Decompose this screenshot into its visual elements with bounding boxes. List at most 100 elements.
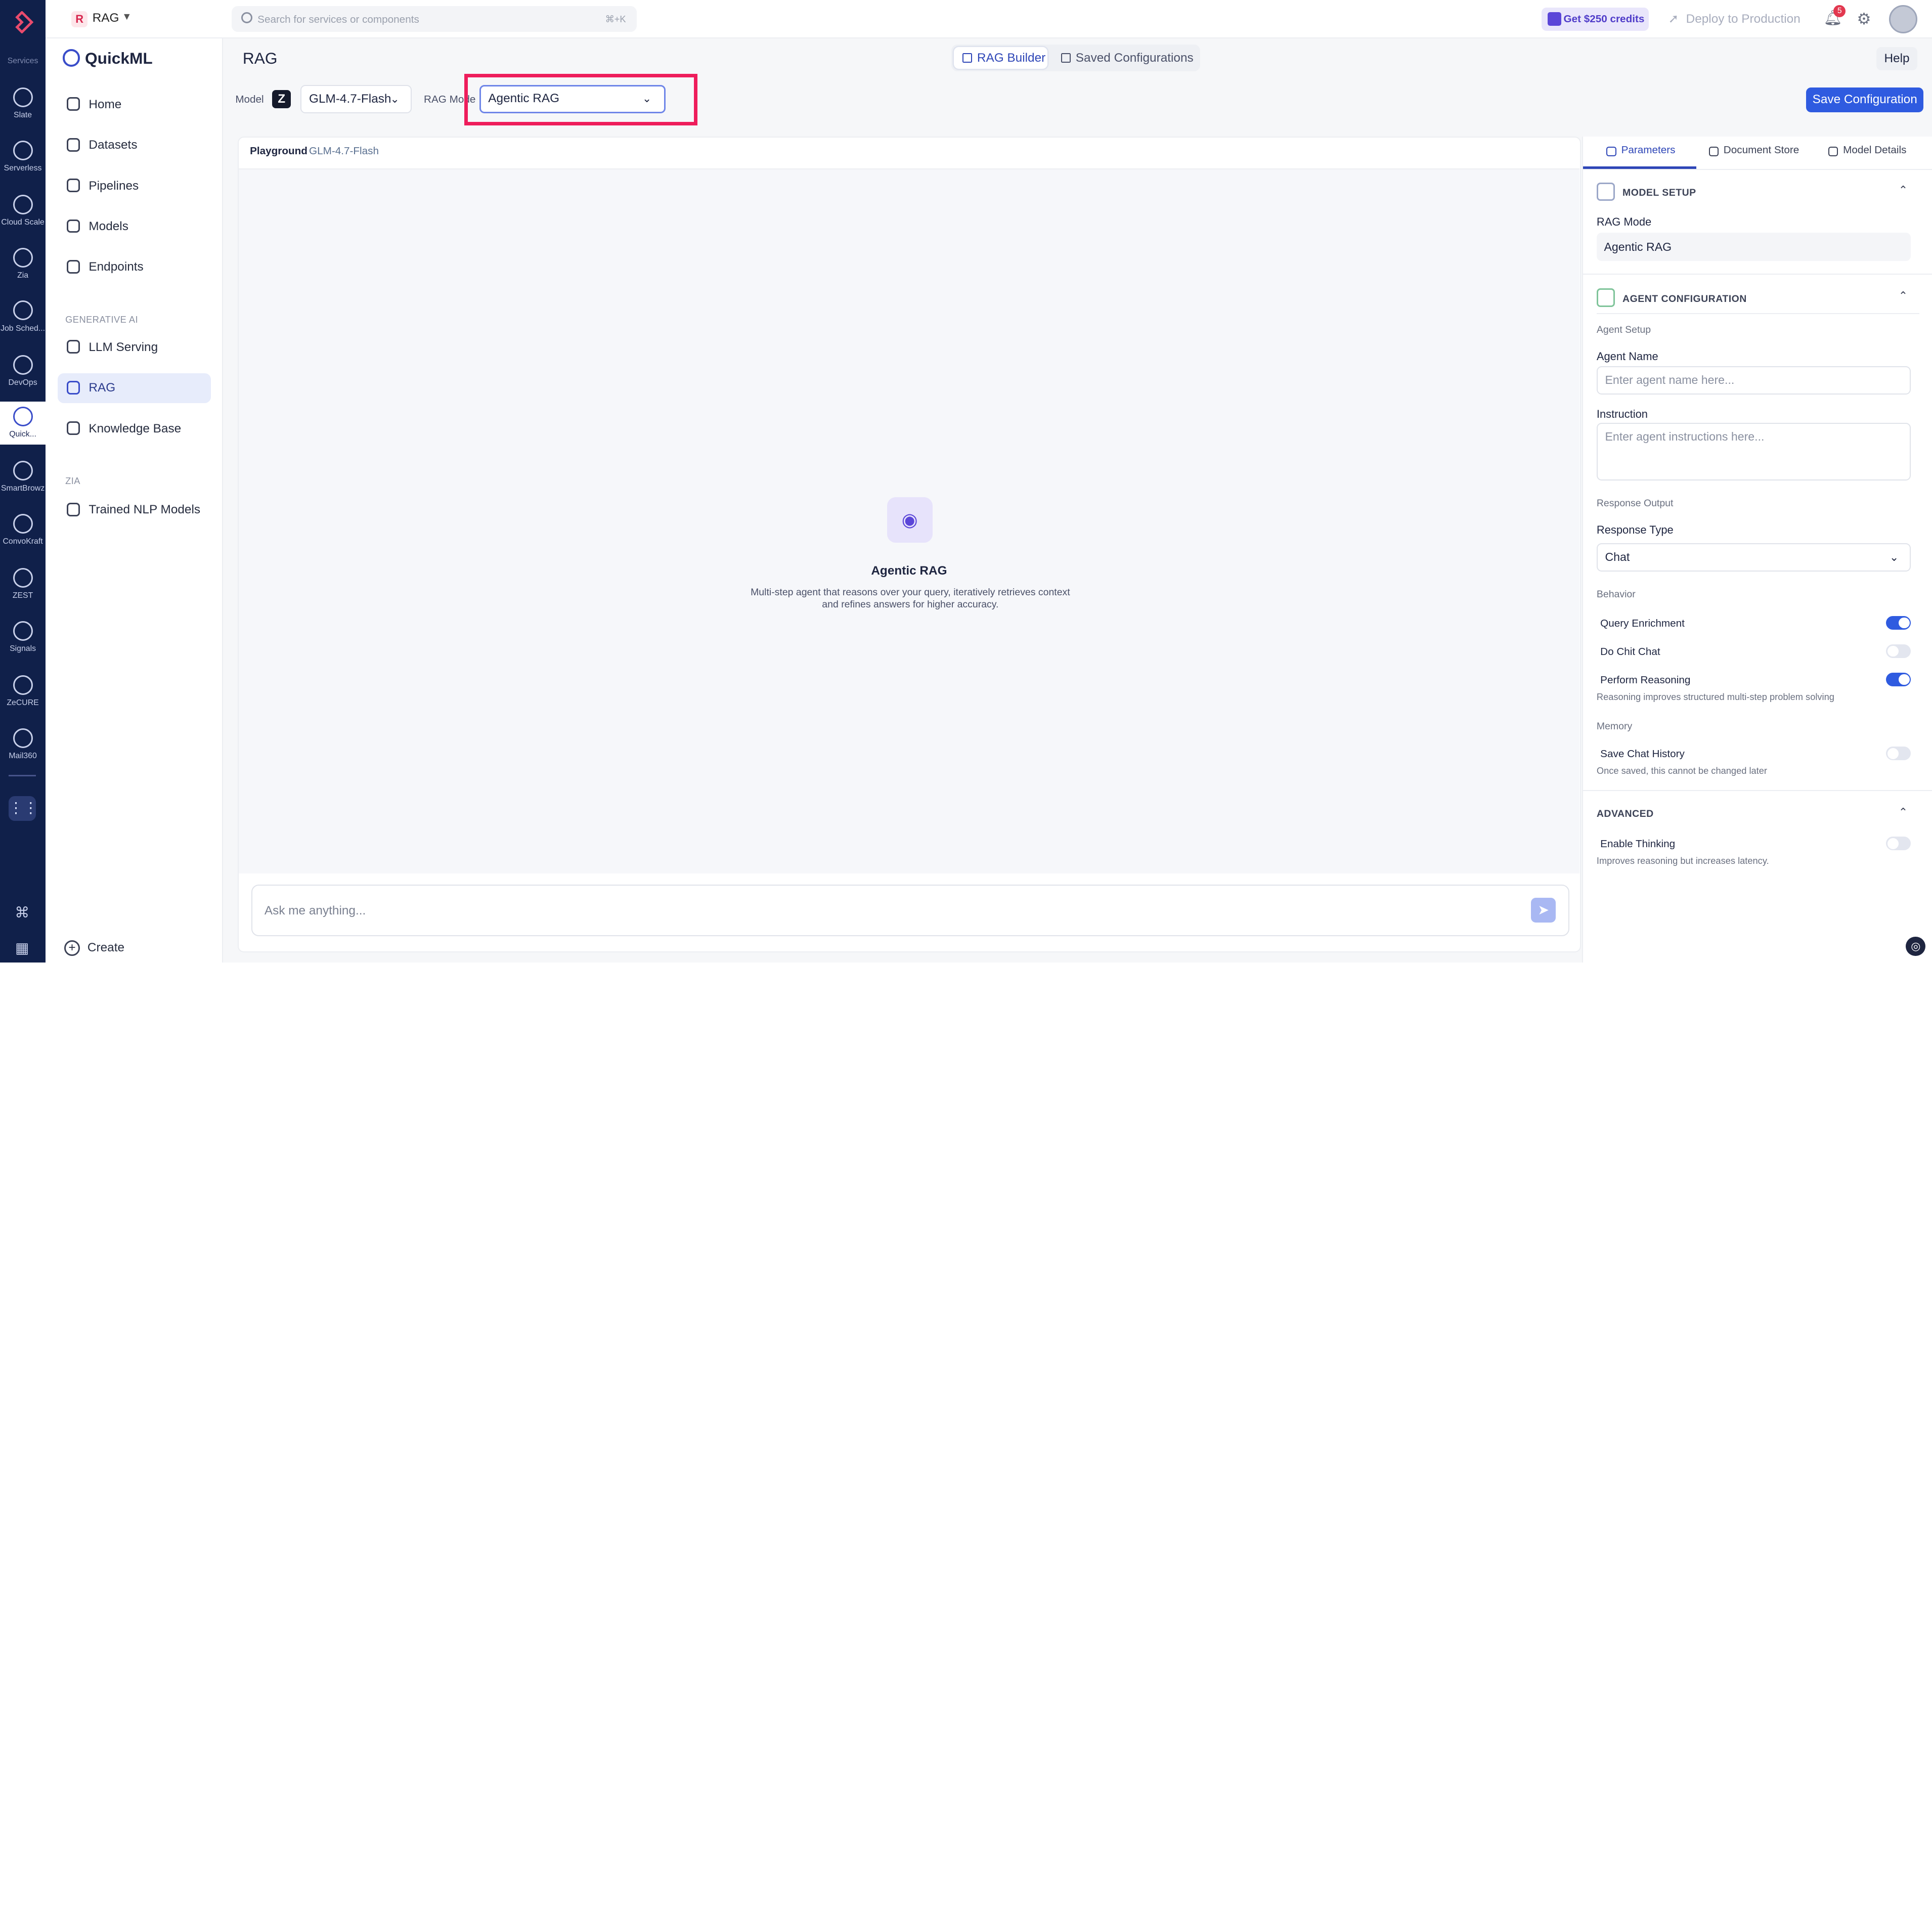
save-configuration-button[interactable]: Save Configuration bbox=[1806, 87, 1923, 112]
sidebar-item-trained-nlp-models[interactable]: Trained NLP Models bbox=[58, 495, 210, 524]
collapse-chevron-icon[interactable]: ⌃ bbox=[1899, 806, 1908, 819]
empty-state-description: Multi-step agent that reasons over your … bbox=[751, 586, 1070, 610]
zia-icon bbox=[13, 247, 33, 268]
instruction-textarea[interactable]: Enter agent instructions here... bbox=[1596, 422, 1911, 481]
document-icon bbox=[1708, 146, 1719, 157]
settings-gear-icon[interactable]: ⚙ bbox=[1857, 10, 1871, 28]
database-icon bbox=[66, 138, 80, 152]
rail-item-signals[interactable]: Signals bbox=[0, 616, 46, 669]
sidebar-item-knowledge-base[interactable]: Knowledge Base bbox=[58, 414, 210, 444]
send-icon[interactable]: ➤ bbox=[1531, 898, 1556, 923]
search-shortcut: ⌘+K bbox=[605, 13, 626, 24]
save-chat-history-toggle[interactable] bbox=[1886, 747, 1911, 761]
chevron-down-icon: ⌄ bbox=[1889, 551, 1899, 564]
collapse-chevron-icon[interactable]: ⌃ bbox=[1899, 289, 1908, 302]
chat-input[interactable]: Ask me anything... ➤ bbox=[251, 884, 1570, 937]
cloud-scale-icon bbox=[13, 194, 33, 214]
sidebar-item-datasets[interactable]: Datasets bbox=[58, 130, 210, 160]
glm-logo-icon: Z bbox=[272, 90, 291, 109]
enable-thinking-help: Improves reasoning but increases latency… bbox=[1596, 855, 1769, 866]
signals-icon bbox=[13, 621, 33, 641]
response-type-select[interactable]: Chat ⌄ bbox=[1596, 543, 1911, 572]
rail-item-zecure[interactable]: ZeCURE bbox=[0, 670, 46, 723]
top-bar: R RAG ▼ Search for services or component… bbox=[46, 0, 1932, 38]
assistant-help-icon[interactable]: ◎ bbox=[1906, 936, 1926, 956]
job-scheduling-icon bbox=[13, 300, 33, 321]
sidebar-item-rag[interactable]: RAG bbox=[58, 373, 211, 403]
search-icon bbox=[241, 12, 253, 24]
info-icon bbox=[1828, 146, 1838, 157]
rail-item-mail360[interactable]: Mail360 bbox=[0, 723, 46, 776]
rail-divider bbox=[9, 775, 36, 776]
save-chat-history-help: Once saved, this cannot be changed later bbox=[1596, 765, 1767, 776]
robot-icon: ◉ bbox=[887, 497, 933, 543]
advanced-title: ADVANCED bbox=[1596, 808, 1654, 820]
rail-item-cloud-scale[interactable]: Cloud Scale bbox=[0, 190, 46, 243]
get-credits-button[interactable]: Get $250 credits bbox=[1541, 7, 1649, 31]
agent-setup-label: Agent Setup bbox=[1596, 324, 1651, 335]
sidebar-item-home[interactable]: Home bbox=[58, 90, 210, 119]
apps-menu-icon[interactable]: ▦ bbox=[12, 939, 32, 958]
rail-item-smartbrowz[interactable]: SmartBrowz bbox=[0, 456, 46, 509]
rocket-icon: ➚ bbox=[1668, 12, 1679, 26]
project-badge[interactable]: R bbox=[71, 11, 87, 27]
serverless-icon bbox=[13, 140, 33, 160]
collapse-chevron-icon[interactable]: ⌃ bbox=[1899, 184, 1908, 197]
global-search[interactable]: Search for services or components ⌘+K bbox=[231, 6, 637, 32]
tab-model-details[interactable]: Model Details bbox=[1828, 144, 1906, 169]
flag-icon bbox=[66, 260, 80, 274]
quickml-logo-icon bbox=[63, 49, 80, 67]
tab-parameters[interactable]: Parameters bbox=[1606, 144, 1676, 169]
help-button[interactable]: Help bbox=[1876, 47, 1917, 70]
all-apps-grid-icon[interactable]: ⋮⋮ bbox=[9, 796, 38, 821]
rail-item-job-scheduling[interactable]: Job Sched... bbox=[0, 296, 46, 349]
agent-name-label: Agent Name bbox=[1596, 349, 1658, 363]
quickml-sidebar: QuickML Home Datasets Pipelines Models E… bbox=[46, 38, 223, 963]
enable-thinking-label: Enable Thinking bbox=[1600, 838, 1676, 850]
catalyst-logo-icon[interactable] bbox=[10, 11, 34, 33]
section-divider bbox=[1583, 790, 1932, 791]
query-enrichment-toggle[interactable] bbox=[1886, 616, 1911, 630]
tab-document-store[interactable]: Document Store bbox=[1708, 144, 1799, 169]
sidebar-group-zia: ZIA bbox=[65, 475, 80, 487]
do-chit-chat-toggle[interactable] bbox=[1886, 644, 1911, 658]
user-avatar[interactable] bbox=[1889, 5, 1917, 33]
pipeline-icon bbox=[66, 179, 80, 193]
project-name[interactable]: RAG bbox=[93, 11, 119, 25]
project-dropdown-caret-icon[interactable]: ▼ bbox=[122, 11, 131, 23]
saved-list-icon bbox=[1061, 53, 1071, 63]
app-root: Services Slate Serverless Cloud Scale Zi… bbox=[0, 0, 1932, 963]
plus-circle-icon: + bbox=[64, 940, 80, 956]
sidebar-item-llm-serving[interactable]: LLM Serving bbox=[58, 333, 210, 362]
save-chat-history-label: Save Chat History bbox=[1600, 748, 1685, 760]
deploy-to-production-button[interactable]: ➚ Deploy to Production bbox=[1668, 11, 1801, 26]
integrations-icon[interactable]: ⌘ bbox=[12, 903, 32, 923]
tab-saved-configurations[interactable]: Saved Configurations bbox=[1052, 47, 1198, 69]
model-select[interactable]: GLM-4.7-Flash ⌄ bbox=[300, 85, 412, 114]
view-switcher: RAG Builder Saved Configurations bbox=[951, 44, 1200, 72]
rail-item-slate[interactable]: Slate bbox=[0, 82, 46, 136]
convokraft-icon bbox=[13, 513, 33, 534]
tabs-divider bbox=[1583, 168, 1932, 170]
create-button[interactable]: + Create bbox=[64, 940, 124, 956]
enable-thinking-toggle[interactable] bbox=[1886, 837, 1911, 850]
chat-area: ◉ Agentic RAG Multi-step agent that reas… bbox=[239, 168, 1579, 873]
section-divider bbox=[1583, 273, 1932, 275]
sliders-icon bbox=[1606, 146, 1616, 157]
sidebar-item-pipelines[interactable]: Pipelines bbox=[58, 171, 210, 201]
page-title: RAG bbox=[242, 49, 278, 68]
sidebar-item-models[interactable]: Models bbox=[58, 212, 210, 241]
playground-title: Playground bbox=[250, 145, 308, 157]
tab-rag-builder[interactable]: RAG Builder bbox=[953, 47, 1047, 69]
rail-item-devops[interactable]: DevOps bbox=[0, 350, 46, 403]
rail-item-zest[interactable]: ZEST bbox=[0, 563, 46, 616]
perform-reasoning-toggle[interactable] bbox=[1886, 673, 1911, 686]
zest-icon bbox=[13, 568, 33, 588]
rail-item-zia[interactable]: Zia bbox=[0, 243, 46, 296]
sidebar-item-endpoints[interactable]: Endpoints bbox=[58, 252, 210, 282]
rail-item-quickml[interactable]: Quick... bbox=[0, 402, 46, 445]
rail-item-serverless[interactable]: Serverless bbox=[0, 136, 46, 189]
agent-name-input[interactable]: Enter agent name here... bbox=[1596, 366, 1911, 395]
rail-item-convokraft[interactable]: ConvoKraft bbox=[0, 509, 46, 562]
empty-state-title: Agentic RAG bbox=[871, 563, 947, 578]
